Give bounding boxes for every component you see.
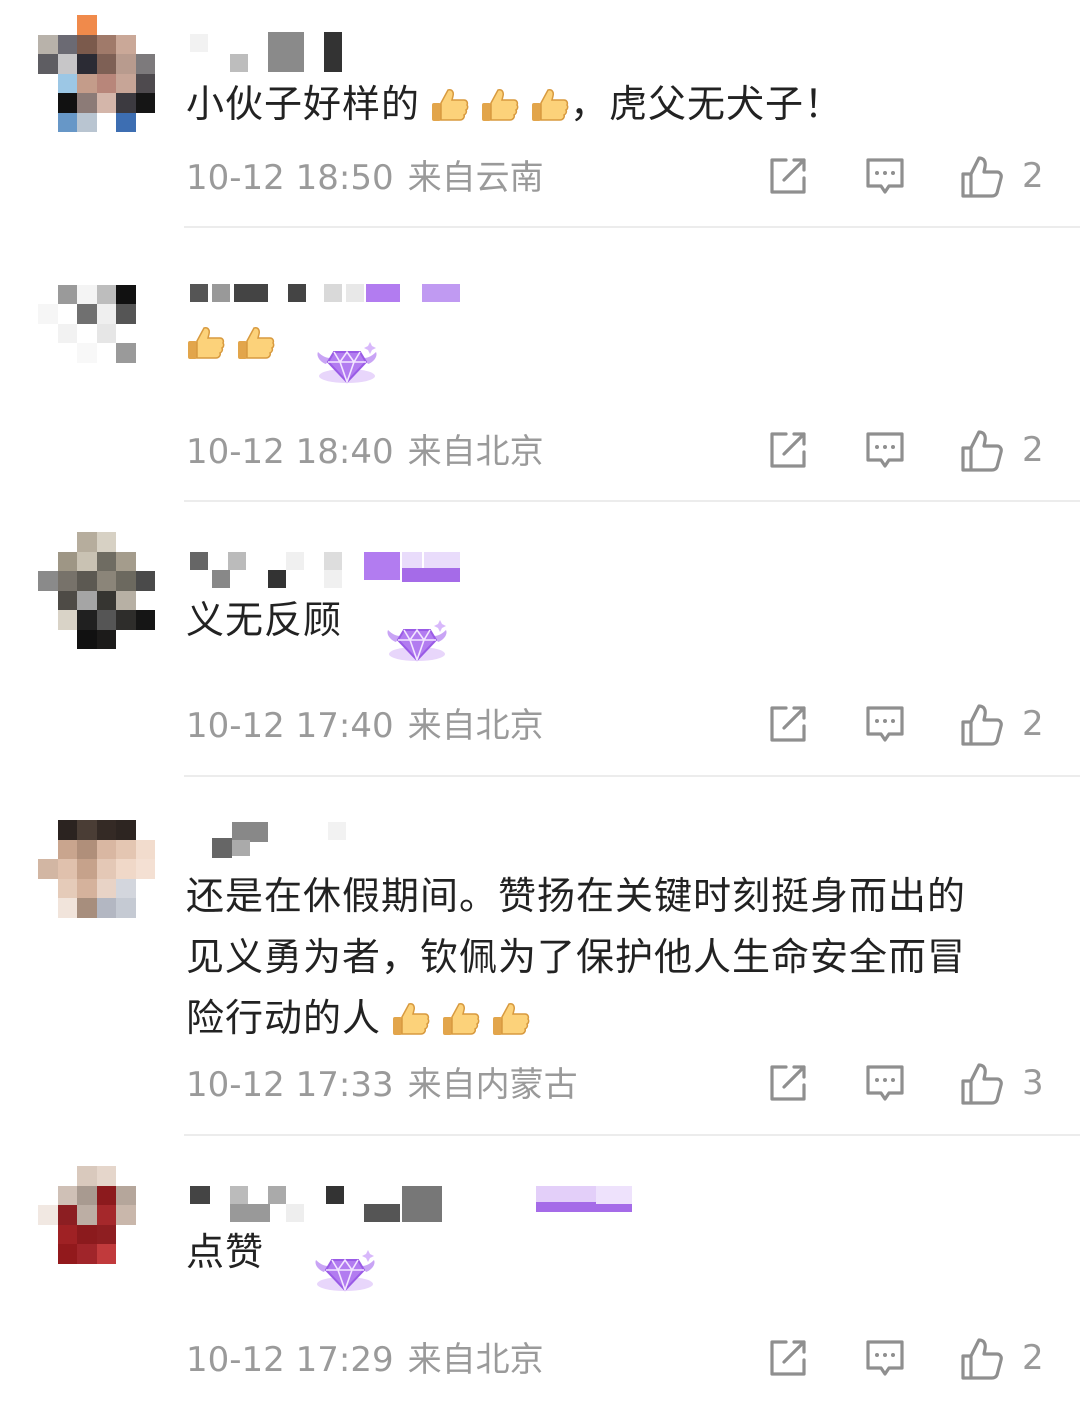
comment-actions: 2: [760, 154, 1050, 204]
thumbs-up-icon[interactable]: [957, 428, 1005, 476]
comment-icon[interactable]: [863, 428, 907, 472]
comment-icon[interactable]: [863, 1061, 907, 1105]
divider: [184, 500, 1080, 502]
comment-location: 来自北京: [407, 432, 544, 472]
like-count: 3: [1022, 1063, 1044, 1103]
thumbs-up-emoji-group: [420, 80, 570, 141]
gem-badge-icon[interactable]: [310, 1244, 380, 1304]
like-count: 2: [1022, 704, 1044, 744]
divider: [184, 775, 1080, 777]
thumbs-up-emoji-icon: [186, 325, 226, 361]
like-count: 2: [1022, 1338, 1044, 1378]
gem-badge-icon[interactable]: [382, 614, 452, 674]
like-count: 2: [1022, 430, 1044, 470]
comment-text-part: ，虎父无犬子！: [570, 82, 844, 126]
share-icon[interactable]: [766, 154, 810, 198]
username-redacted[interactable]: [190, 550, 470, 590]
thumbs-up-icon[interactable]: [957, 702, 1005, 750]
comment-actions: 2: [760, 702, 1050, 752]
like-count: 2: [1022, 156, 1044, 196]
comment-location: 来自北京: [407, 706, 544, 746]
divider: [184, 1134, 1080, 1136]
avatar[interactable]: [38, 15, 155, 132]
comment-time: 10-12 18:50: [186, 158, 394, 198]
comment-text-part: 小伙子好样的: [186, 82, 421, 126]
comment-text-line: 险行动的人: [186, 996, 382, 1040]
thumbs-up-icon[interactable]: [957, 1061, 1005, 1109]
avatar[interactable]: [38, 820, 155, 937]
thumbs-up-emoji-icon: [480, 87, 520, 123]
share-icon[interactable]: [766, 1061, 810, 1105]
comment-location: 来自内蒙古: [407, 1065, 578, 1105]
comment-meta: 10-12 18:50 来自云南: [186, 156, 558, 200]
thumbs-up-emoji-group: [176, 318, 276, 379]
share-icon[interactable]: [766, 428, 810, 472]
thumbs-up-emoji-icon: [430, 87, 470, 123]
comment-text-line: 还是在休假期间。赞扬在关键时刻挺身而出的: [186, 874, 967, 918]
comment-icon[interactable]: [863, 154, 907, 198]
comment-text: 小伙子好样的 ，虎父无犬子！: [186, 74, 1036, 141]
comment-time: 10-12 17:33: [186, 1065, 394, 1105]
thumbs-up-emoji-icon: [236, 325, 276, 361]
comment-meta: 10-12 17:29 来自北京: [186, 1338, 558, 1382]
thumbs-up-emoji-icon: [530, 87, 570, 123]
username-redacted[interactable]: [190, 1184, 650, 1224]
comment-text-part: 义无反顾: [186, 598, 343, 642]
share-icon[interactable]: [766, 702, 810, 746]
comment-icon[interactable]: [863, 1336, 907, 1380]
share-icon[interactable]: [766, 1336, 810, 1380]
thumbs-up-emoji-group: [381, 994, 531, 1055]
avatar[interactable]: [38, 1166, 155, 1283]
comment-actions: 3: [760, 1061, 1050, 1111]
comment-actions: 2: [760, 1336, 1050, 1386]
comment-location: 来自北京: [407, 1340, 544, 1380]
comment-time: 10-12 18:40: [186, 432, 394, 472]
username-redacted[interactable]: [190, 818, 350, 858]
comment-meta: 10-12 17:33 来自内蒙古: [186, 1063, 592, 1107]
comment-meta: 10-12 17:40 来自北京: [186, 704, 558, 748]
comment-time: 10-12 17:29: [186, 1340, 394, 1380]
comment-text-line: 见义勇为者，钦佩为了保护他人生命安全而冒: [186, 935, 967, 979]
comment-icon[interactable]: [863, 702, 907, 746]
thumbs-up-emoji-icon: [391, 1001, 431, 1037]
comment-time: 10-12 17:40: [186, 706, 394, 746]
comment-location: 来自云南: [407, 158, 544, 198]
comment-meta: 10-12 18:40 来自北京: [186, 430, 558, 474]
comment-actions: 2: [760, 428, 1050, 478]
comment-text: 还是在休假期间。赞扬在关键时刻挺身而出的 见义勇为者，钦佩为了保护他人生命安全而…: [186, 866, 1036, 1055]
divider: [184, 226, 1080, 228]
username-redacted[interactable]: [190, 30, 350, 72]
thumbs-up-emoji-icon: [491, 1001, 531, 1037]
gem-badge-icon[interactable]: [312, 336, 382, 396]
thumbs-up-emoji-icon: [441, 1001, 481, 1037]
avatar[interactable]: [38, 532, 155, 649]
comment-text: 义无反顾: [186, 590, 1036, 651]
thumbs-up-icon[interactable]: [957, 1336, 1005, 1384]
comment-text-part: 点赞: [186, 1230, 265, 1274]
comment-text-line-wrap: 险行动的人: [186, 988, 1036, 1055]
avatar[interactable]: [38, 265, 155, 382]
thumbs-up-icon[interactable]: [957, 154, 1005, 202]
